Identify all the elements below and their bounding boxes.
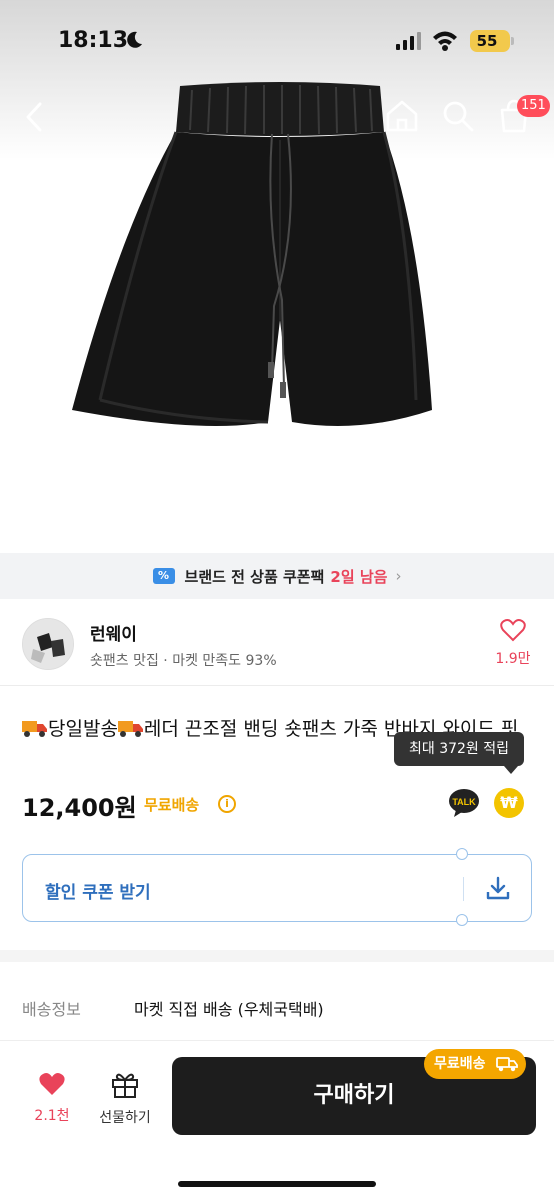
coupon-pack-banner[interactable]: 브랜드 전 상품 쿠폰팩 2일 남음 › <box>0 553 554 599</box>
battery-cap <box>511 37 514 45</box>
talk-icon-label: TALK <box>452 797 476 807</box>
wifi-icon <box>433 31 457 51</box>
leather-shorts-image <box>72 82 432 426</box>
free-shipping-label: 무료배송 <box>144 796 200 814</box>
back-arrow-icon[interactable] <box>18 100 52 134</box>
home-indicator <box>178 1181 376 1187</box>
delivery-info: 배송정보 마켓 직접 배송 (우체국택배) <box>22 996 324 1020</box>
shop-avatar-image <box>23 619 73 669</box>
gift-icon <box>112 1073 138 1098</box>
delivery-key: 배송정보 <box>22 1000 81 1019</box>
product-image[interactable] <box>0 0 554 553</box>
gift-label: 선물하기 <box>99 1110 151 1126</box>
status-time: 18:13 <box>58 28 129 53</box>
coupon-remaining: 2일 남음 <box>330 567 388 586</box>
coupon-notch <box>456 914 468 926</box>
cart-count-badge: 151 <box>517 95 550 117</box>
bottom-action-bar: 2.1천 선물하기 구매하기 무료배송 <box>0 1040 554 1200</box>
points-tooltip: 최대 372원 적립 <box>394 732 524 774</box>
delivery-value: 마켓 직접 배송 (우체국택배) <box>134 1000 324 1019</box>
coupon-notch <box>456 848 468 860</box>
heart-filled-icon <box>39 1073 65 1095</box>
shop-like-count: 1.9만 <box>495 651 531 667</box>
won-points-icon[interactable]: ₩ <box>494 788 524 818</box>
section-divider <box>0 950 554 962</box>
home-icon[interactable] <box>384 98 420 134</box>
wishlist-count: 2.1천 <box>34 1108 70 1124</box>
heart-outline-icon <box>500 619 526 642</box>
info-icon[interactable]: i <box>218 795 236 813</box>
coupon-download-label: 할인 쿠폰 받기 <box>45 883 151 903</box>
price-row: 12,400원 무료배송 i TALK ₩ <box>22 788 532 822</box>
truck-emoji-icon <box>117 721 143 737</box>
coupon-banner-text: 브랜드 전 상품 쿠폰팩 <box>184 567 325 586</box>
product-title-tag: 당일발송 <box>48 718 118 740</box>
shop-name[interactable]: 런웨이 <box>90 620 137 645</box>
free-shipping-pill-label: 무료배송 <box>434 1056 486 1072</box>
coupon-download-box[interactable]: 할인 쿠폰 받기 <box>22 848 532 926</box>
coupon-ticket-icon <box>152 568 175 584</box>
status-bar: 18:13 55 <box>0 0 554 80</box>
signal-icon <box>396 32 421 50</box>
product-price: 12,400원 <box>22 794 137 822</box>
coupon-divider <box>463 877 464 901</box>
chevron-right-icon: › <box>395 567 402 585</box>
truck-icon <box>496 1057 518 1072</box>
truck-emoji-icon <box>22 721 47 737</box>
shop-description: 숏팬츠 맛집 · 마켓 만족도 93% <box>90 653 277 669</box>
talk-icon[interactable]: TALK <box>448 788 480 818</box>
gift-button[interactable]: 선물하기 <box>92 1071 158 1127</box>
search-icon[interactable] <box>440 98 476 134</box>
shop-avatar[interactable] <box>22 618 74 670</box>
download-icon[interactable] <box>485 875 511 901</box>
shop-row[interactable]: 런웨이 숏팬츠 맛집 · 마켓 만족도 93% 1.9만 <box>0 600 554 686</box>
wishlist-button[interactable]: 2.1천 <box>24 1071 80 1125</box>
moon-icon <box>127 31 142 48</box>
free-shipping-pill: 무료배송 <box>424 1049 526 1079</box>
battery-indicator: 55 <box>470 30 510 52</box>
shop-like-button[interactable]: 1.9만 <box>490 618 536 668</box>
